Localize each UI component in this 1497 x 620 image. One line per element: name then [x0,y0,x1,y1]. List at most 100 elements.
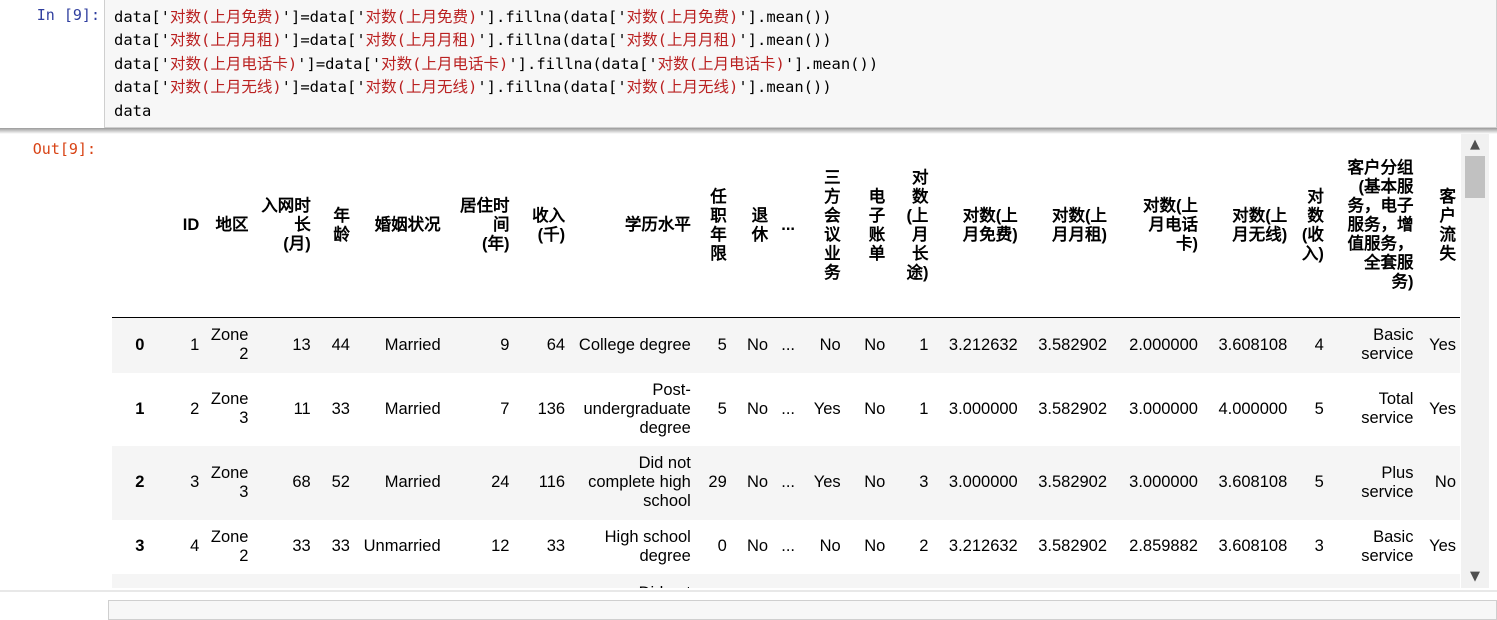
table-cell [1417,574,1460,589]
table-cell: High school degree [604,527,691,565]
code-token: ']=data[' [297,54,382,73]
table-cell [932,574,1021,589]
table-cell: 3.582902 [1038,473,1108,491]
table-cell [1202,574,1291,589]
column-header: 客户分组 (基本服 务，电子 服务，增 值服务， 全套服 务) [1327,134,1418,318]
table-cell: Total service [1361,390,1414,427]
code-token: data[' [114,78,170,97]
table-cell [354,574,445,589]
scroll-up-icon[interactable]: ▲ [1461,134,1489,156]
scroll-down-icon[interactable]: ▼ [1461,566,1489,588]
code-token: ']=data[' [281,8,366,26]
column-header: 退休 [730,134,773,318]
code-string: 对数(上月免费) [170,8,282,26]
table-cell: 29 [708,473,727,491]
table-cell: 24 [491,473,510,491]
table-cell [889,574,932,589]
table-cell: 33 [331,399,350,418]
table-cell: No [864,335,886,354]
table-cell: 2.000000 [1129,335,1198,354]
table-cell: 64 [546,335,566,354]
row-index: 1 [135,399,145,418]
table-cell: 33 [292,537,311,555]
table-cell: 5 [717,399,727,418]
table-cell: No [819,537,841,555]
scrollbar-thumb[interactable] [1465,156,1485,198]
table-cell: No [747,537,769,555]
table-cell: 2.859882 [1129,537,1198,555]
horizontal-scrollbar[interactable] [0,590,1497,592]
code-token: '].fillna(data[' [477,78,627,97]
table-cell: Zone 2 [210,326,249,364]
table-cell: Married [384,473,441,491]
table-cell: ... [781,399,795,418]
column-header: 对数(上 月电话 卡) [1111,134,1202,318]
dataframe-table: ID 地区 入网时长 (月) 年龄婚姻状况 居住时间 (年) 收入 (千) 学历水平任职年限退休.… [112,134,1460,588]
table-cell: 3 [1314,537,1324,555]
code-string: 对数(上月免费) [626,8,739,26]
code-token: data[' [114,31,170,50]
table-cell: 3.608108 [1218,537,1288,555]
column-header: 任职年限 [694,134,731,318]
table-row: 1 2 Zone 3 11 33 Married 7 136 Post-undergraduat… [112,373,1460,446]
row-index: 3 [135,537,145,555]
table-cell: Yes [1429,399,1456,418]
table-cell: ... [781,537,795,555]
table-cell: 1 [190,335,200,354]
table-cell [772,574,799,589]
table-cell: 33 [331,537,350,555]
table-cell: 136 [537,399,566,418]
code-token: data [114,101,152,120]
code-token: '].fillna(data[' [477,31,627,50]
code-line: data['对数(上月无线)']=data['对数(上月无线)'].fillna… [114,76,1496,99]
table-cell: 116 [538,473,566,491]
table-cell: 3.212632 [948,537,1018,555]
column-header: ID [167,134,204,318]
table-cell: 3.212632 [948,335,1018,354]
table-cell [445,574,514,589]
table-cell: College degree [578,335,691,354]
table-cell: 4 [190,537,200,555]
table-cell: 5 [1314,473,1324,491]
code-token: '].mean()) [738,31,832,50]
column-header: 客户流失 [1417,134,1460,318]
column-header: ... [772,134,799,318]
code-string: 对数(上月无线) [365,78,478,97]
next-code-cell[interactable] [108,600,1497,620]
code-line: data [114,100,1496,123]
vertical-scrollbar[interactable]: ▲ ▼ [1461,134,1489,588]
column-header: 对数(上 月免费) [932,134,1022,318]
table-cell: 13 [292,335,311,354]
table-row: Did not [112,573,1460,589]
code-token: data[' [114,54,170,73]
table-cell: 7 [500,399,510,418]
code-editor[interactable]: data['对数(上月免费)']=data['对数(上月免费)'].fillna… [104,0,1497,128]
row-index: 0 [135,335,145,354]
table-cell [1291,574,1328,589]
table-cell: No [747,399,769,418]
column-header: 地区 [203,134,253,318]
table-cell: 3.000000 [1129,473,1198,491]
table-cell: No [747,473,769,491]
table-cell: 3.582902 [1038,537,1108,555]
table-cell: Yes [813,399,841,418]
table-cell: 3.608108 [1218,335,1288,354]
code-string: 对数(上月电话卡) [170,54,298,73]
code-token: '].mean()) [738,8,832,26]
column-header: 居住时间 (年) [444,134,514,318]
table-cell: 2 [190,399,200,418]
code-string: 对数(上月免费) [365,8,478,26]
table-cell: Plus service [1361,463,1414,501]
column-header: 年龄 [314,134,354,318]
table-cell: 3.582902 [1038,399,1108,418]
code-token: '].fillna(data[' [508,54,658,73]
table-cell: 4.000000 [1218,399,1288,418]
table-cell: Did not [569,574,695,588]
output-prompt: Out[9]: [32,140,96,158]
column-header: 对数 (收 入) [1291,134,1328,318]
table-cell: 1 [919,335,929,354]
table-cell [203,574,252,589]
table-cell: No [864,537,886,555]
table-cell [252,574,314,589]
table-cell [513,574,569,589]
